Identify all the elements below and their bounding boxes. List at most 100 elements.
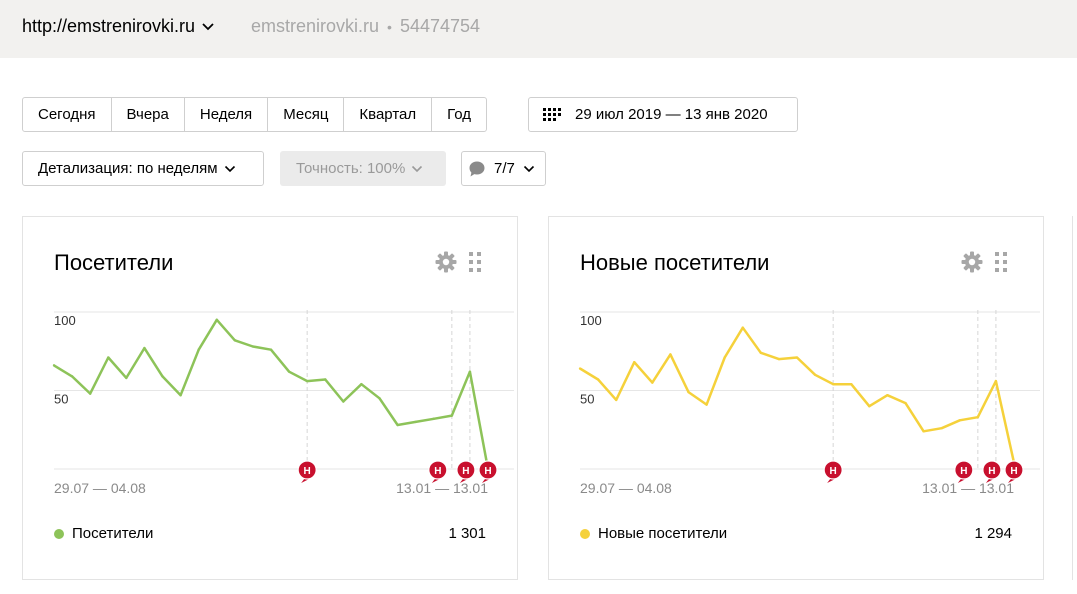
data-point	[52, 364, 56, 367]
site-selector[interactable]: http://emstrenirovki.ru	[22, 16, 215, 37]
data-point	[396, 423, 399, 427]
detail-dropdown[interactable]: Детализация: по неделям	[22, 151, 264, 186]
next-widget-edge	[1072, 216, 1077, 580]
legend-dot	[54, 528, 64, 539]
note-marker-label: Н	[830, 466, 837, 477]
legend-label: Новые посетители	[598, 525, 728, 542]
data-point	[197, 348, 200, 351]
data-point	[305, 379, 309, 383]
new-visitors-widget: Новые посетители 100 50 Н Н Н Н 29.07 — 04.08 1…	[548, 216, 1044, 580]
x-start-label: 29.07 — 04.08	[580, 480, 672, 496]
data-point	[414, 420, 417, 424]
legend-label: Посетители	[72, 525, 154, 542]
data-point	[432, 417, 435, 420]
data-point	[723, 356, 726, 359]
note-marker-label: Н	[434, 466, 441, 477]
data-point	[813, 373, 817, 376]
data-point	[324, 378, 327, 381]
period-quarter-button[interactable]: Квартал	[344, 98, 433, 131]
data-point	[651, 381, 654, 384]
data-point	[143, 346, 146, 350]
chevron-down-icon	[202, 22, 214, 30]
data-point	[958, 419, 961, 422]
new-visitors-chart: 100 50 Н Н Н Н 29.07 — 04.08 13.01 — 13.01	[578, 310, 1040, 496]
data-point	[940, 426, 943, 430]
meta-separator: •	[387, 18, 392, 35]
data-point	[88, 392, 92, 395]
data-point	[251, 345, 255, 348]
data-point	[596, 378, 600, 381]
x-start-label: 29.07 — 04.08	[54, 480, 146, 496]
period-selector: Сегодня Вчера Неделя Месяц Квартал Год	[22, 97, 488, 132]
y-tick-label: 100	[54, 313, 76, 328]
date-range-button[interactable]: 29 июл 2019 — 13 янв 2020	[528, 97, 798, 132]
accuracy-dropdown[interactable]: Точность: 100%	[280, 151, 446, 186]
notes-dropdown[interactable]: 7/7	[461, 151, 546, 186]
data-point	[342, 400, 345, 403]
legend: Посетители	[54, 525, 153, 542]
chevron-down-icon	[412, 165, 423, 172]
data-point	[850, 383, 853, 386]
data-point	[70, 375, 74, 378]
note-marker-label: Н	[462, 466, 469, 477]
period-month-button[interactable]: Месяц	[268, 98, 345, 131]
data-point	[125, 376, 128, 380]
data-point	[994, 379, 998, 383]
data-point	[868, 405, 871, 408]
legend: Новые посетители	[580, 525, 727, 542]
data-point	[886, 394, 889, 397]
data-point	[614, 398, 618, 402]
y-tick-label: 50	[54, 392, 68, 407]
period-yesterday-button[interactable]: Вчера	[112, 98, 185, 131]
period-week-button[interactable]: Неделя	[185, 98, 269, 131]
total-value: 1 301	[448, 525, 486, 542]
data-point	[633, 361, 636, 364]
data-point	[269, 348, 273, 351]
data-point	[976, 415, 980, 419]
comment-icon	[469, 161, 485, 176]
data-point	[179, 394, 182, 397]
x-end-label: 13.01 — 13.01	[396, 480, 488, 496]
counter-id: 54474754	[399, 16, 481, 36]
total-value: 1 294	[974, 525, 1012, 542]
note-marker[interactable]: Н	[297, 460, 317, 483]
series-line	[53, 318, 490, 470]
date-range-label: 29 июл 2019 — 13 янв 2020	[575, 106, 768, 123]
data-point	[360, 383, 363, 386]
data-point	[468, 370, 472, 373]
data-point	[378, 397, 381, 400]
detail-label: Детализация: по неделям	[38, 160, 218, 177]
data-point	[904, 401, 907, 405]
x-end-label: 13.01 — 13.01	[922, 480, 1014, 496]
legend-dot	[580, 528, 590, 539]
data-point	[578, 367, 582, 370]
note-marker-label: Н	[988, 466, 995, 477]
site-url: http://emstrenirovki.ru	[22, 16, 196, 36]
data-point	[161, 375, 164, 378]
period-today-button[interactable]: Сегодня	[23, 98, 112, 131]
note-marker-label: Н	[960, 466, 967, 477]
data-point	[450, 414, 454, 417]
note-marker-label: Н	[1010, 466, 1017, 477]
accuracy-label: Точность: 100%	[296, 160, 406, 177]
note-marker[interactable]: Н	[823, 460, 843, 483]
notes-count: 7/7	[494, 160, 515, 177]
data-point	[669, 353, 672, 356]
data-point	[831, 383, 835, 386]
data-point	[759, 351, 763, 355]
data-point	[795, 356, 799, 359]
site-meta: emstrenirovki.ru • 54474754	[251, 16, 480, 37]
data-point	[922, 430, 925, 433]
period-year-button[interactable]: Год	[432, 98, 486, 131]
data-point	[287, 370, 291, 373]
visitors-widget: Посетители 100 50 Н Н Н Н 29.07 — 04.08 13.01 —…	[22, 216, 518, 580]
data-point	[233, 339, 237, 342]
series-line	[579, 326, 1016, 463]
visitors-chart: 100 50 Н Н Н Н 29.07 — 04.08 13.01 — 13.01	[52, 310, 514, 496]
y-tick-label: 50	[580, 392, 594, 407]
chevron-down-icon	[224, 165, 235, 172]
site-name: emstrenirovki.ru	[251, 16, 380, 36]
data-point	[705, 403, 708, 406]
data-point	[215, 318, 218, 322]
note-marker-label: Н	[484, 466, 491, 477]
